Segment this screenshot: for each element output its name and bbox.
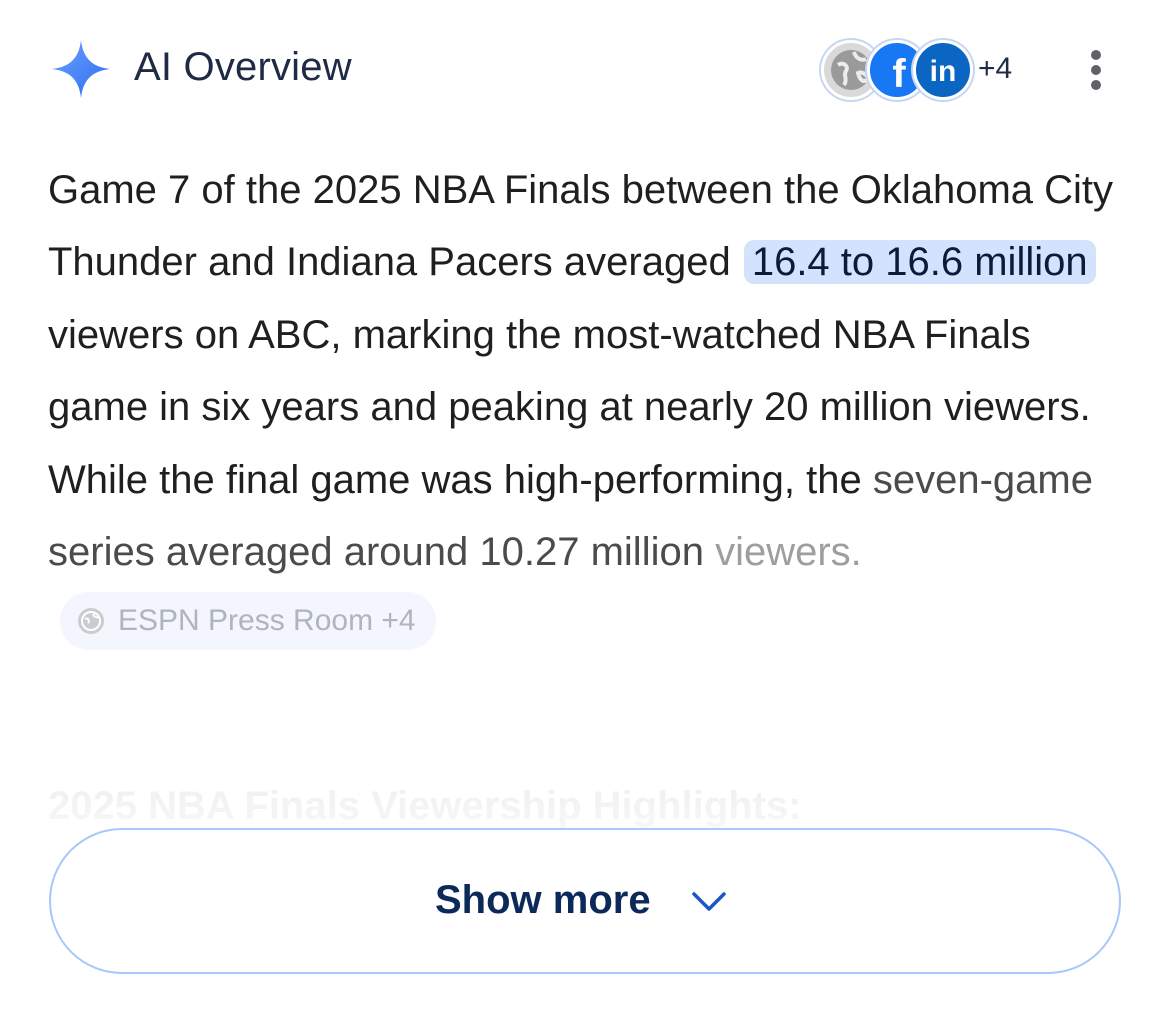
linkedin-icon[interactable]: in <box>913 40 973 100</box>
show-more-label: Show more <box>435 878 651 922</box>
overview-text: Game 7 of the 2025 NBA Finals between th… <box>48 154 1128 661</box>
globe-icon <box>78 607 104 634</box>
ai-overview-header: AI Overview f in +4 <box>48 36 1122 108</box>
ai-overview-card: AI Overview f in +4 Game 7 of the 2025 N… <box>0 0 1170 1022</box>
header-title: AI Overview <box>134 45 352 89</box>
citation-chip[interactable]: ESPN Press Room +4 <box>60 591 436 650</box>
source-icons[interactable]: f in +4 <box>821 40 1031 104</box>
overview-text-part-4: viewers. <box>715 530 862 575</box>
sources-more-count[interactable]: +4 <box>978 52 1012 86</box>
section-heading: 2025 NBA Finals Viewership Highlights: <box>48 784 802 828</box>
sparkle-icon <box>52 40 110 98</box>
more-options-icon[interactable] <box>1084 50 1108 90</box>
chevron-down-icon <box>692 892 726 911</box>
linkedin-glyph: in <box>930 55 957 88</box>
citation-label: ESPN Press Room +4 <box>118 603 416 637</box>
highlighted-figure[interactable]: 16.4 to 16.6 million <box>743 240 1096 285</box>
show-more-button[interactable]: Show more <box>49 828 1121 974</box>
facebook-glyph: f <box>892 52 906 96</box>
